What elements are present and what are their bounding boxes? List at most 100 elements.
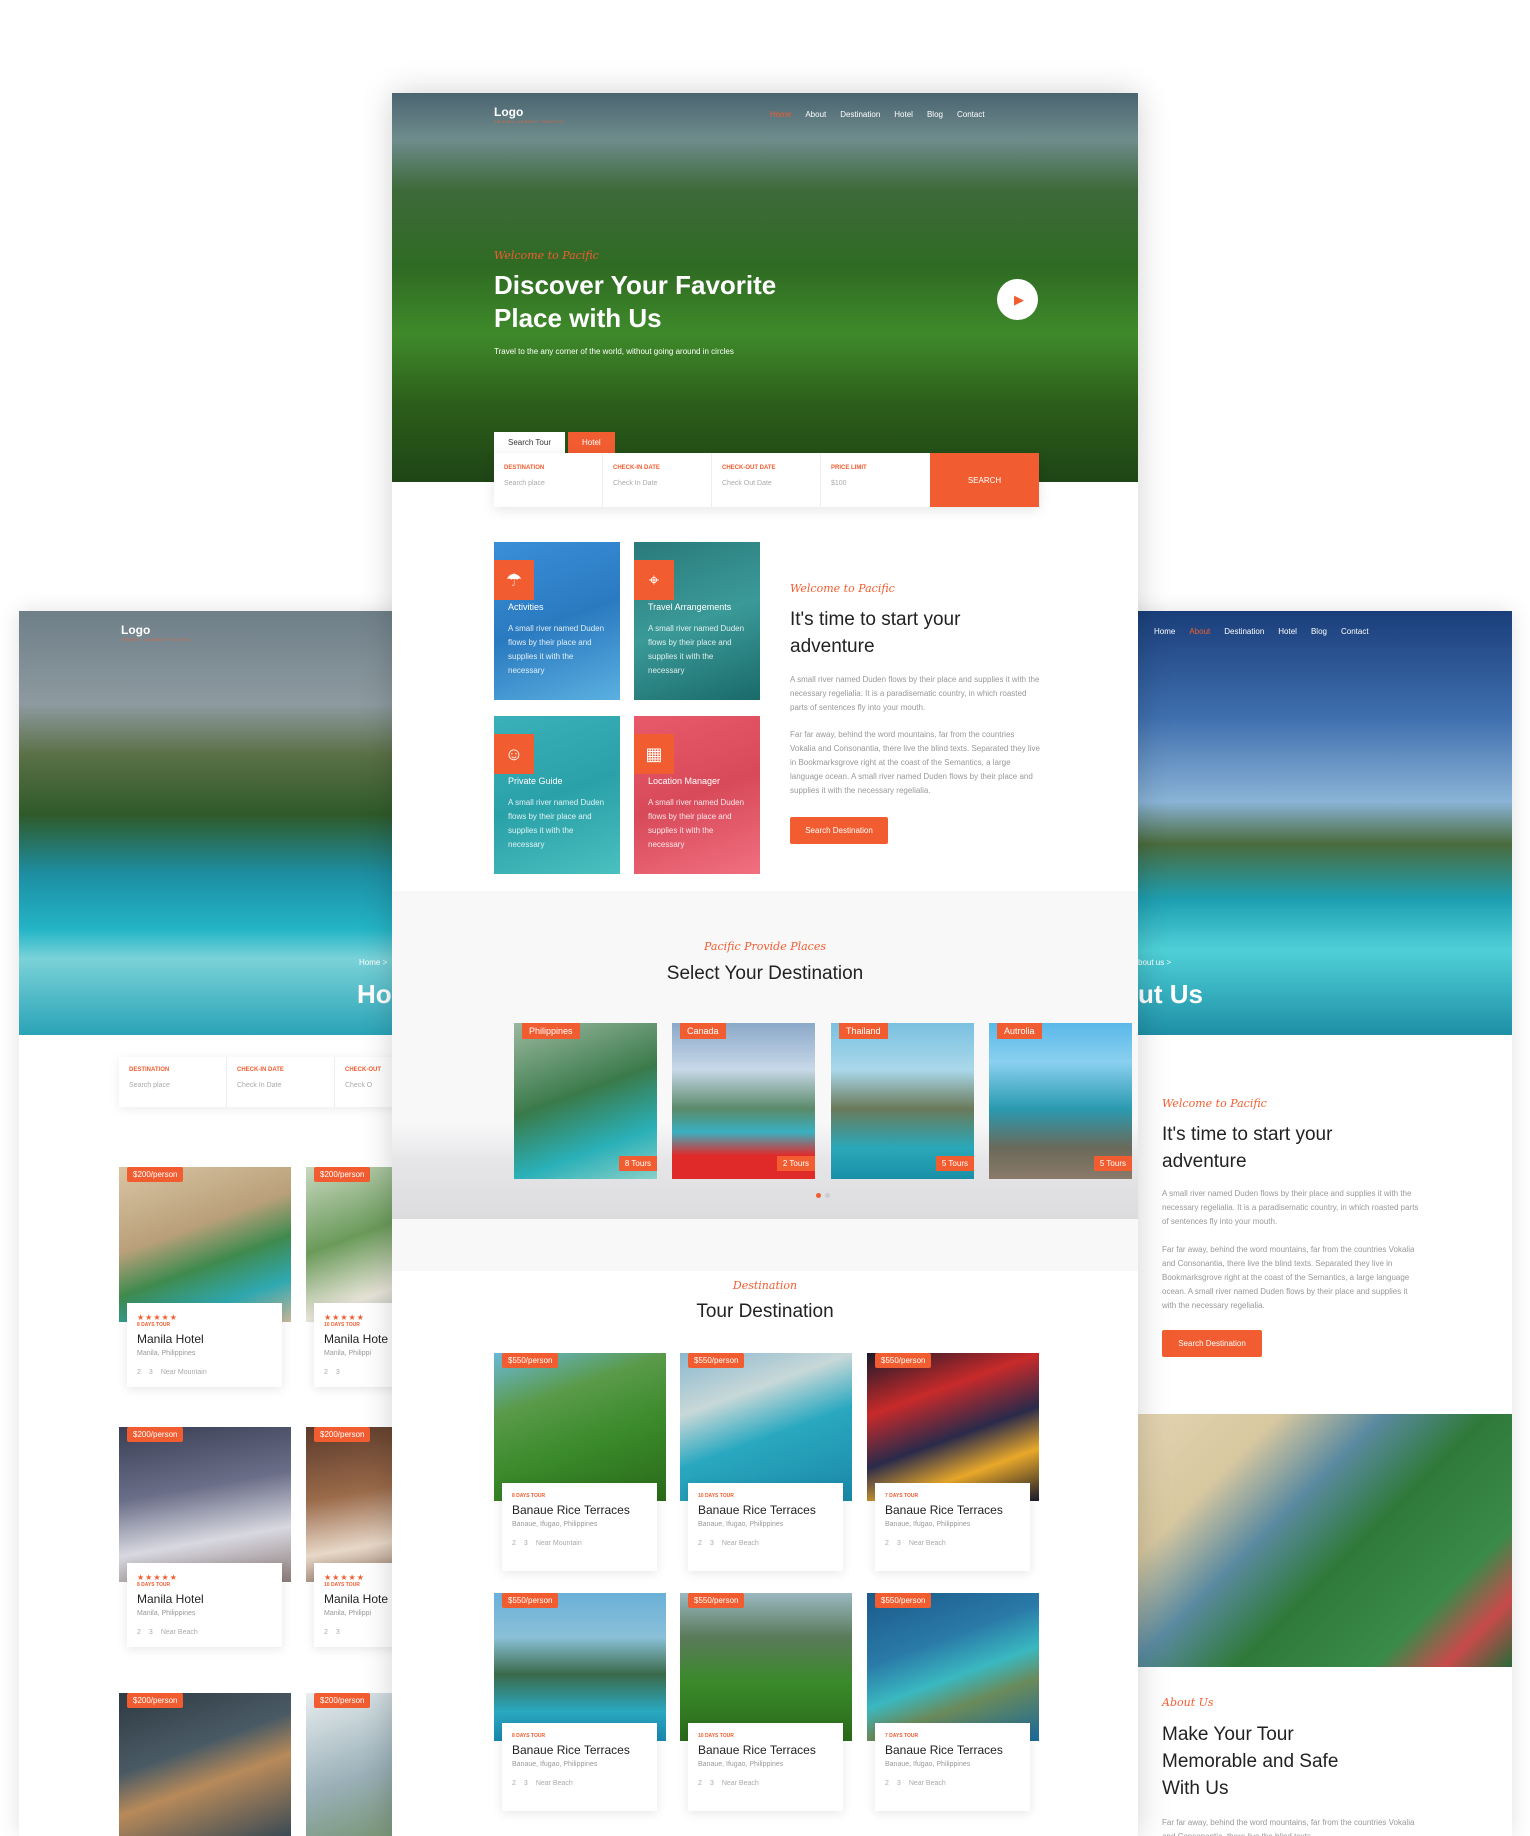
tour-card[interactable]: $550/person 10 DAYS TOUR Banaue Rice Ter… bbox=[680, 1593, 852, 1828]
destination-field[interactable]: DESTINATION Search place bbox=[494, 453, 603, 507]
field-value: $100 bbox=[831, 480, 847, 487]
top-nav: Home About Destination Hotel Blog Contac… bbox=[1140, 627, 1369, 636]
field-label: CHECK-IN DATE bbox=[613, 465, 660, 471]
service-title: Activities bbox=[508, 602, 544, 612]
tour-title-text[interactable]: Banaue Rice Terraces bbox=[512, 1743, 647, 1757]
nav-home[interactable]: Home bbox=[1154, 627, 1175, 636]
tour-title-text[interactable]: Banaue Rice Terraces bbox=[885, 1503, 1020, 1517]
tour-card-body: 10 DAYS TOUR Banaue Rice Terraces Banaue… bbox=[688, 1483, 843, 1571]
nav-contact[interactable]: Contact bbox=[1341, 627, 1369, 636]
carousel-dot[interactable] bbox=[825, 1193, 830, 1198]
near-label: Near Beach bbox=[908, 1540, 946, 1547]
destination-autrolia[interactable]: Autrolia 5 Tours bbox=[989, 1023, 1132, 1179]
service-desc: A small river named Duden flows by their… bbox=[648, 798, 745, 849]
price-limit-field[interactable]: PRICE LIMIT $100 bbox=[821, 453, 930, 507]
service-location-manager[interactable]: ▦ Location Manager A small river named D… bbox=[634, 716, 760, 874]
hotel-title[interactable]: Manila Hotel bbox=[137, 1592, 272, 1606]
service-travel-arrangements[interactable]: ⌖ Travel Arrangements A small river name… bbox=[634, 542, 760, 700]
hotel-card[interactable]: $200/person ★★★★★ 8 DAYS TOUR Manila Hot… bbox=[119, 1159, 291, 1387]
tour-card[interactable]: $550/person 10 DAYS TOUR Banaue Rice Ter… bbox=[680, 1353, 852, 1588]
tour-search-bar: DESTINATION Search place CHECK-IN DATE C… bbox=[494, 453, 1039, 507]
nav-destination[interactable]: Destination bbox=[1224, 627, 1264, 636]
bed-count: 2 bbox=[698, 1540, 702, 1547]
bath-count: 3 bbox=[335, 1629, 340, 1636]
bed-count: 2 bbox=[885, 1540, 889, 1547]
service-title: Location Manager bbox=[648, 776, 721, 786]
about-title: It's time to start your adventure bbox=[1162, 1121, 1332, 1175]
service-desc: A small river named Duden flows by their… bbox=[508, 798, 605, 849]
tour-title-text[interactable]: Banaue Rice Terraces bbox=[885, 1743, 1020, 1757]
price-badge: $550/person bbox=[688, 1593, 745, 1608]
price-badge: $550/person bbox=[875, 1593, 932, 1608]
destination-name: Canada bbox=[680, 1023, 726, 1039]
about-us-paragraph: Far far away, behind the word mountains,… bbox=[1162, 1818, 1415, 1836]
bed-count: 2 bbox=[324, 1629, 328, 1636]
breadcrumb[interactable]: bout us > bbox=[1138, 958, 1171, 967]
field-placeholder: Check Out Date bbox=[722, 480, 772, 487]
guide-icon: ☺ bbox=[494, 734, 534, 774]
near-label: Near Mountain bbox=[160, 1369, 207, 1376]
destination-field[interactable]: DESTINATION Search place bbox=[119, 1057, 227, 1107]
about-us-title-line: Make Your Tour bbox=[1162, 1724, 1294, 1745]
destination-thailand[interactable]: Thailand 5 Tours bbox=[831, 1023, 974, 1179]
nav-about[interactable]: About bbox=[1189, 627, 1210, 636]
tour-card[interactable]: $550/person 7 DAYS TOUR Banaue Rice Terr… bbox=[867, 1353, 1039, 1588]
bed-count: 2 bbox=[137, 1629, 141, 1636]
hotel-title[interactable]: Manila Hotel bbox=[137, 1332, 272, 1346]
destination-canada[interactable]: Canada 2 Tours bbox=[672, 1023, 815, 1179]
tour-title-text[interactable]: Banaue Rice Terraces bbox=[512, 1503, 647, 1517]
service-private-guide[interactable]: ☺ Private Guide A small river named Dude… bbox=[494, 716, 620, 874]
nav-hotel[interactable]: Hotel bbox=[1278, 627, 1297, 636]
tour-count: 5 Tours bbox=[935, 1156, 974, 1171]
price-badge: $200/person bbox=[314, 1693, 371, 1708]
nav-home[interactable]: Home bbox=[770, 110, 791, 119]
destination-philippines[interactable]: Philippines 8 Tours bbox=[514, 1023, 657, 1179]
about-paragraph: Far far away, behind the word mountains,… bbox=[790, 730, 1040, 795]
tour-card[interactable]: $550/person 8 DAYS TOUR Banaue Rice Terr… bbox=[494, 1353, 666, 1588]
search-destination-button[interactable]: Search Destination bbox=[790, 817, 888, 844]
hero-subtitle: Travel to the any corner of the world, w… bbox=[494, 347, 734, 356]
hotel-card[interactable]: $200/person ★★★★★ 8 DAYS TOUR Manila Hot… bbox=[119, 1419, 291, 1647]
bath-count: 3 bbox=[148, 1369, 153, 1376]
parachute-icon: ☂ bbox=[494, 560, 534, 600]
about-paragraph: Far far away, behind the word mountains,… bbox=[1162, 1245, 1415, 1310]
tour-card[interactable]: $550/person 7 DAYS TOUR Banaue Rice Terr… bbox=[867, 1593, 1039, 1828]
bed-count: 2 bbox=[137, 1369, 141, 1376]
field-label: DESTINATION bbox=[129, 1067, 170, 1073]
price-badge: $200/person bbox=[127, 1693, 184, 1708]
tab-search-tour[interactable]: Search Tour bbox=[494, 432, 565, 453]
play-icon: ▶ bbox=[1014, 291, 1024, 307]
tour-card[interactable]: $550/person 8 DAYS TOUR Banaue Rice Terr… bbox=[494, 1593, 666, 1828]
tour-title-text[interactable]: Banaue Rice Terraces bbox=[698, 1503, 833, 1517]
tour-title-text[interactable]: Banaue Rice Terraces bbox=[698, 1743, 833, 1757]
bath-count: 3 bbox=[335, 1369, 340, 1376]
about-us-kicker: About Us bbox=[1162, 1696, 1214, 1709]
days-label: 7 DAYS TOUR bbox=[885, 1733, 919, 1739]
breadcrumb[interactable]: Home > bbox=[359, 958, 387, 967]
service-title: Private Guide bbox=[508, 776, 563, 786]
search-button[interactable]: SEARCH bbox=[930, 453, 1039, 507]
nav-destination[interactable]: Destination bbox=[840, 110, 880, 119]
destination-name: Autrolia bbox=[997, 1023, 1042, 1039]
logo[interactable]: Logo TRAVEL AGENCY PACIFIC bbox=[121, 623, 191, 642]
nav-blog[interactable]: Blog bbox=[927, 110, 943, 119]
nav-contact[interactable]: Contact bbox=[957, 110, 985, 119]
checkin-field[interactable]: CHECK-IN DATE Check In Date bbox=[227, 1057, 335, 1107]
nav-blog[interactable]: Blog bbox=[1311, 627, 1327, 636]
hotel-card[interactable]: $200/person bbox=[119, 1685, 291, 1836]
nav-hotel[interactable]: Hotel bbox=[894, 110, 913, 119]
play-button[interactable]: ▶ bbox=[997, 279, 1038, 320]
destination-name: Philippines bbox=[522, 1023, 580, 1039]
hotel-card-body: ★★★★★ 8 DAYS TOUR Manila Hotel Manila, P… bbox=[127, 1303, 282, 1387]
tab-hotel[interactable]: Hotel bbox=[568, 432, 615, 453]
tour-title: Tour Destination bbox=[696, 1301, 834, 1322]
checkin-field[interactable]: CHECK-IN DATE Check In Date bbox=[603, 453, 712, 507]
logo[interactable]: Logo TRAVEL AGENCY PACIFIC bbox=[494, 105, 564, 124]
nav-about[interactable]: About bbox=[805, 110, 826, 119]
tour-card-body: 7 DAYS TOUR Banaue Rice Terraces Banaue,… bbox=[875, 1483, 1030, 1571]
search-destination-button[interactable]: Search Destination bbox=[1162, 1330, 1262, 1357]
checkout-field[interactable]: CHECK-OUT DATE Check Out Date bbox=[712, 453, 821, 507]
carousel-dot-active[interactable] bbox=[816, 1193, 821, 1198]
service-activities[interactable]: ☂ Activities A small river named Duden f… bbox=[494, 542, 620, 700]
service-title: Travel Arrangements bbox=[648, 602, 732, 612]
